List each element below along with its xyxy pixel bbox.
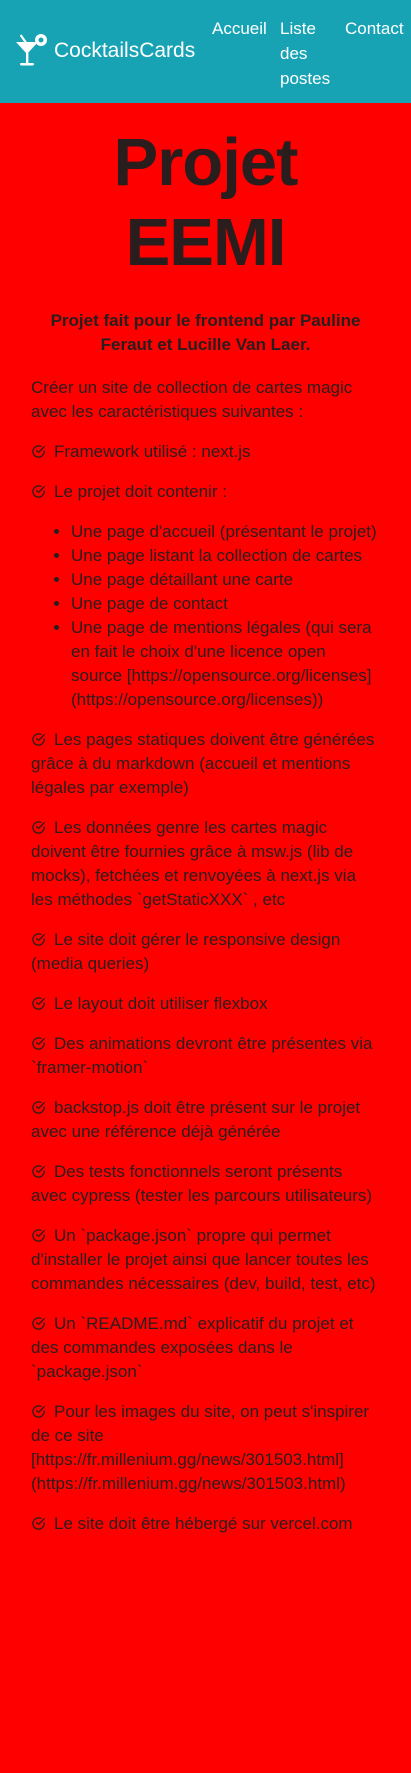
circle-check-icon bbox=[31, 1316, 46, 1331]
circle-check-icon bbox=[31, 1036, 46, 1051]
list-item: Une page listant la collection de cartes bbox=[71, 544, 380, 568]
circle-check-icon bbox=[31, 484, 46, 499]
brand-name: CocktailsCards bbox=[54, 39, 196, 62]
page-title: Projet EEMI bbox=[113, 125, 299, 280]
nav-link-contact[interactable]: Contact bbox=[345, 16, 404, 41]
nav-link-accueil[interactable]: Accueil bbox=[212, 16, 267, 41]
requirement-item: Les données genre les cartes magic doive… bbox=[31, 816, 380, 912]
list-item: Une page détaillant une carte bbox=[71, 568, 380, 592]
requirement-text: Les données genre les cartes magic doive… bbox=[31, 818, 357, 909]
circle-check-icon bbox=[31, 1100, 46, 1115]
intro-text: Créer un site de collection de cartes ma… bbox=[31, 378, 353, 421]
requirement-text: Le site doit être hébergé sur vercel.com bbox=[54, 1514, 353, 1533]
circle-check-icon bbox=[31, 996, 46, 1011]
circle-check-icon bbox=[31, 732, 46, 747]
requirement-item: Un `package.json` propre qui permet d'in… bbox=[31, 1224, 380, 1296]
list-item: Une page d'accueil (présentant le projet… bbox=[71, 520, 380, 544]
requirement-item: Des tests fonctionnels seront présents a… bbox=[31, 1160, 380, 1208]
requirement-item: Le projet doit contenir : bbox=[31, 480, 380, 504]
requirement-item: Des animations devront être présentes vi… bbox=[31, 1032, 380, 1080]
requirement-text: Des animations devront être présentes vi… bbox=[31, 1034, 373, 1077]
requirement-item: Le site doit gérer le responsive design … bbox=[31, 928, 380, 976]
requirement-text: Framework utilisé : next.js bbox=[54, 442, 251, 461]
requirement-item: Framework utilisé : next.js bbox=[31, 440, 380, 464]
circle-check-icon bbox=[31, 932, 46, 947]
requirement-text: Le layout doit utiliser flexbox bbox=[54, 994, 268, 1013]
requirement-text: Le projet doit contenir : bbox=[54, 482, 227, 501]
requirement-item: Un `README.md` explicatif du projet et d… bbox=[31, 1312, 380, 1384]
navbar: CocktailsCards Accueil Liste des postes … bbox=[0, 0, 411, 103]
pages-list: Une page d'accueil (présentant le projet… bbox=[31, 520, 380, 712]
circle-check-icon bbox=[31, 444, 46, 459]
list-item: Une page de contact bbox=[71, 592, 380, 616]
requirement-item: Les pages statiques doivent être générée… bbox=[31, 728, 380, 800]
requirement-item: Le layout doit utiliser flexbox bbox=[31, 992, 380, 1016]
requirement-item: Pour les images du site, on peut s'inspi… bbox=[31, 1400, 380, 1496]
list-item: Une page de mentions légales (qui sera e… bbox=[71, 616, 380, 712]
circle-check-icon bbox=[31, 1516, 46, 1531]
main-content: Projet EEMI Projet fait pour le frontend… bbox=[0, 103, 411, 1536]
page-subtitle: Projet fait pour le frontend par Pauline… bbox=[50, 311, 361, 354]
requirement-item: backstop.js doit être présent sur le pro… bbox=[31, 1096, 380, 1144]
requirement-text: Les pages statiques doivent être générée… bbox=[31, 730, 375, 797]
requirement-text: backstop.js doit être présent sur le pro… bbox=[31, 1098, 361, 1141]
requirement-text: Un `README.md` explicatif du projet et d… bbox=[31, 1314, 354, 1381]
requirement-item: Le site doit être hébergé sur vercel.com bbox=[31, 1512, 380, 1536]
nav-link-liste-des-postes[interactable]: Liste des postes bbox=[280, 16, 336, 91]
requirement-text: Le site doit gérer le responsive design … bbox=[31, 930, 341, 973]
circle-check-icon bbox=[31, 1164, 46, 1179]
cocktail-glass-icon bbox=[14, 33, 48, 69]
requirement-text: Des tests fonctionnels seront présents a… bbox=[31, 1162, 373, 1205]
requirement-text: Un `package.json` propre qui permet d'in… bbox=[31, 1226, 376, 1293]
circle-check-icon bbox=[31, 1228, 46, 1243]
brand-link[interactable]: CocktailsCards bbox=[14, 33, 195, 69]
circle-check-icon bbox=[31, 1404, 46, 1419]
requirement-text: Pour les images du site, on peut s'inspi… bbox=[31, 1402, 370, 1493]
circle-check-icon bbox=[31, 820, 46, 835]
